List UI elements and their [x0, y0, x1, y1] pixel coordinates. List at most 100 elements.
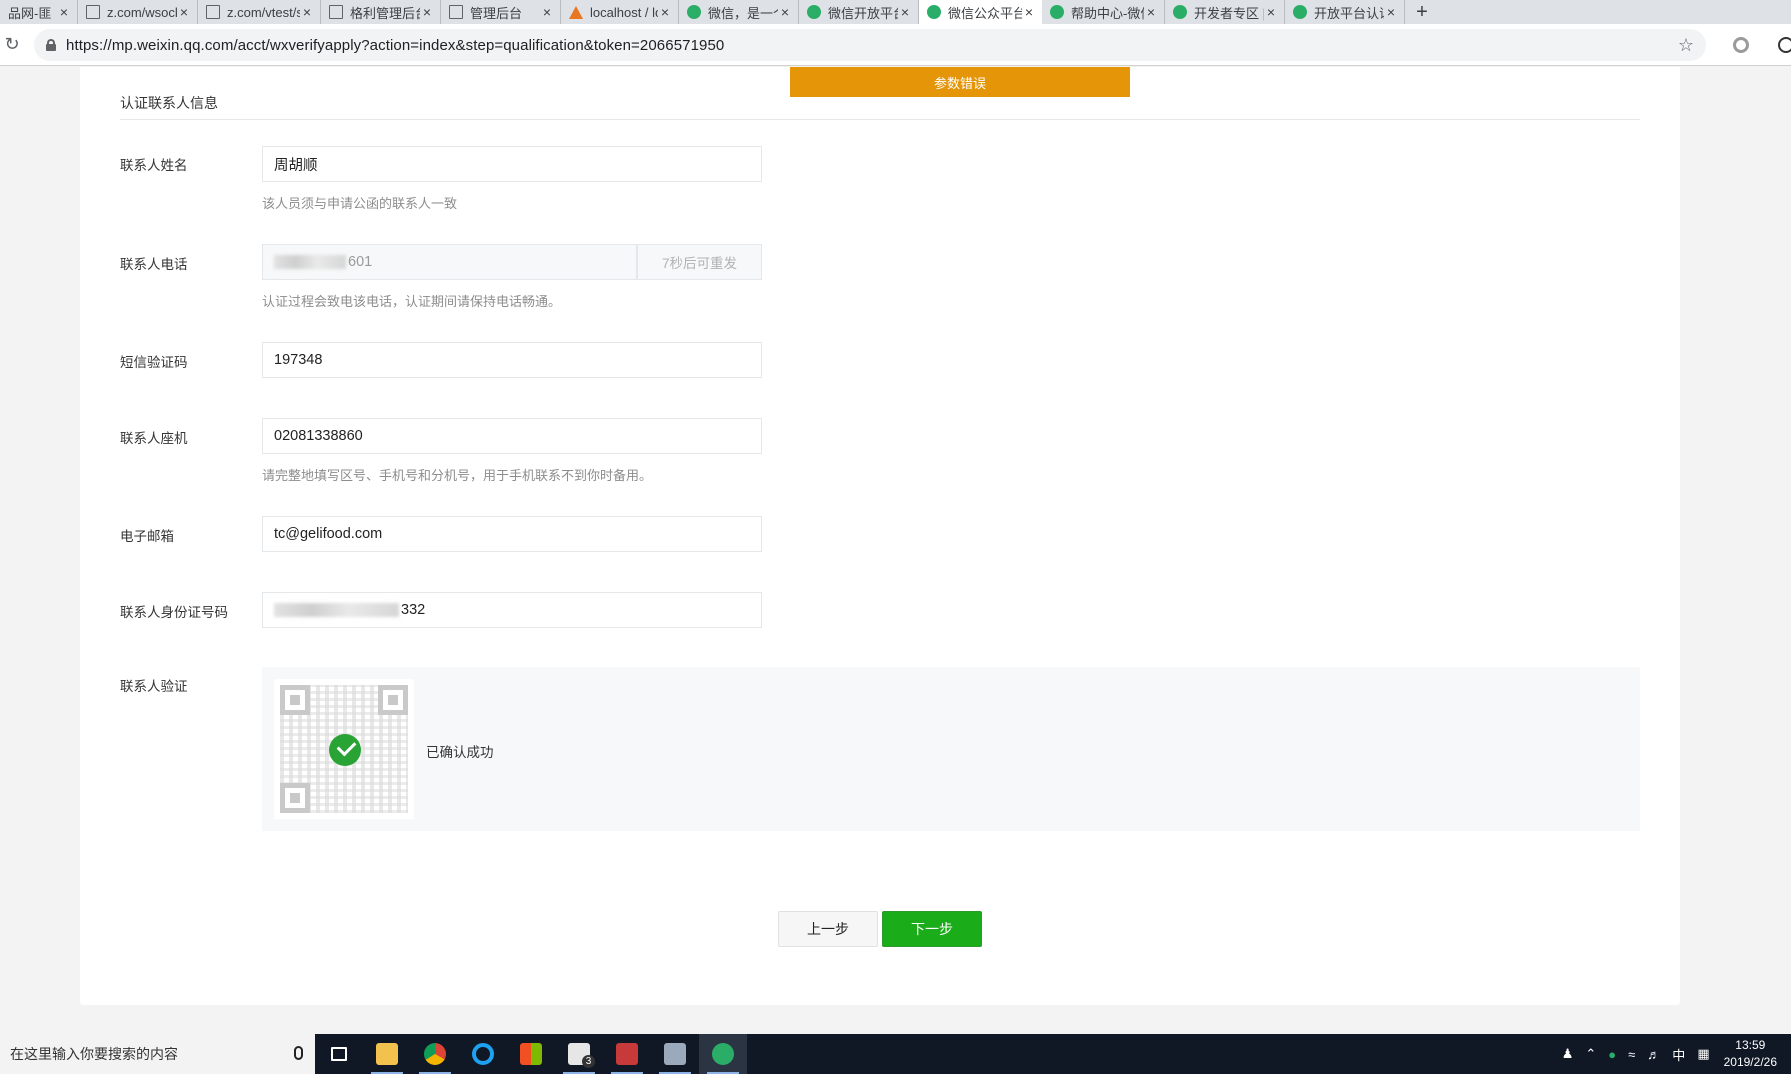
- phpmyadmin-icon: [569, 5, 583, 19]
- wechat-icon: [1173, 5, 1187, 19]
- resend-code-button[interactable]: 7秒后可重发: [637, 244, 762, 280]
- close-icon[interactable]: ×: [1144, 4, 1158, 20]
- wechat-icon: [1293, 5, 1307, 19]
- lock-icon[interactable]: [46, 39, 56, 51]
- phone-suffix: 601: [348, 254, 373, 270]
- close-icon[interactable]: ×: [57, 4, 71, 20]
- contact-phone-hint: 认证过程会致电该电话，认证期间请保持电话畅通。: [262, 294, 562, 309]
- tab-title: 微信开放平台: [828, 5, 898, 21]
- id-number-input[interactable]: 332: [262, 592, 762, 628]
- close-icon[interactable]: ×: [658, 4, 672, 20]
- url-text[interactable]: https://mp.weixin.qq.com/acct/wxverifyap…: [66, 37, 724, 54]
- tab-title: localhost / lo: [590, 4, 658, 20]
- section-divider: [120, 119, 1640, 120]
- extension-icon[interactable]: [1733, 37, 1749, 53]
- browser-tab[interactable]: 格利管理后台×: [321, 0, 441, 24]
- contact-phone-label: 联系人电话: [120, 257, 188, 272]
- tab-title: 微信，是一个: [708, 5, 778, 21]
- chrome-icon[interactable]: [411, 1034, 459, 1074]
- browser-tab[interactable]: localhost / lo ×: [561, 0, 679, 24]
- tab-title: 帮助中心-微信: [1071, 5, 1144, 21]
- tab-title: 管理后台: [470, 5, 523, 21]
- remote-desktop-icon[interactable]: [651, 1034, 699, 1074]
- file-explorer-icon[interactable]: [363, 1034, 411, 1074]
- wechat-icon[interactable]: [699, 1034, 747, 1074]
- close-icon[interactable]: ×: [778, 4, 792, 20]
- landline-label: 联系人座机: [120, 431, 188, 446]
- address-bar[interactable]: https://mp.weixin.qq.com/acct/wxverifyap…: [34, 29, 1706, 61]
- browser-tab[interactable]: z.com/wsock ×: [78, 0, 198, 24]
- reload-icon[interactable]: ↻: [0, 34, 24, 55]
- browser-tab[interactable]: z.com/vtest/s ×: [198, 0, 321, 24]
- close-icon[interactable]: ×: [420, 4, 434, 20]
- wechat-icon: [1050, 5, 1064, 19]
- close-icon[interactable]: ×: [898, 4, 912, 20]
- close-icon[interactable]: ×: [300, 4, 314, 20]
- wechat-tray-icon[interactable]: ●: [1608, 1047, 1616, 1062]
- browser-tab[interactable]: 品网-匪 ×: [0, 0, 78, 24]
- mail-icon[interactable]: 3: [555, 1034, 603, 1074]
- sms-code-label: 短信验证码: [120, 355, 188, 370]
- document-icon: [449, 5, 463, 19]
- email-input[interactable]: tc@gelifood.com: [262, 516, 762, 552]
- close-icon[interactable]: ×: [177, 4, 191, 20]
- id-suffix: 332: [401, 602, 426, 618]
- input-mode-icon[interactable]: ▦: [1697, 1046, 1709, 1062]
- next-step-button[interactable]: 下一步: [882, 911, 982, 947]
- verify-status: 已确认成功: [426, 745, 494, 760]
- system-tray: ♟ ⌃ ● ≈ ♬ 中 ▦ 13:59 2019/2/26: [1556, 1034, 1791, 1074]
- sms-code-input[interactable]: 197348: [262, 342, 762, 378]
- browser-tab[interactable]: 微信开放平台×: [799, 0, 919, 24]
- landline-input[interactable]: 02081338860: [262, 418, 762, 454]
- page-viewport: 参数错误 认证联系人信息 联系人姓名 周胡顺 该人员须与申请公函的联系人一致 联…: [0, 67, 1791, 1033]
- wechat-icon: [807, 5, 821, 19]
- close-icon[interactable]: ×: [1384, 4, 1398, 20]
- internet-explorer-icon[interactable]: [459, 1034, 507, 1074]
- microphone-icon[interactable]: [294, 1046, 303, 1060]
- browser-tab[interactable]: 帮助中心-微信×: [1042, 0, 1165, 24]
- people-icon[interactable]: ♟: [1562, 1046, 1574, 1062]
- task-view-icon[interactable]: [315, 1034, 363, 1074]
- form-card: 参数错误 认证联系人信息 联系人姓名 周胡顺 该人员须与申请公函的联系人一致 联…: [80, 67, 1680, 1005]
- qr-finder: [378, 685, 408, 715]
- qr-finder: [280, 783, 310, 813]
- browser-tab-strip: 品网-匪×z.com/wsock×z.com/vtest/s×格利管理后台×管理…: [0, 0, 1791, 24]
- error-toast: 参数错误: [790, 67, 1130, 97]
- browser-tab[interactable]: 开放平台认证×: [1285, 0, 1405, 24]
- browser-tab[interactable]: 微信公众平台 ×: [919, 0, 1042, 24]
- id-number-label: 联系人身份证号码: [120, 605, 228, 620]
- document-icon: [86, 5, 100, 19]
- bookmark-star-icon[interactable]: ☆: [1678, 35, 1694, 56]
- contact-phone-input[interactable]: 601: [262, 244, 637, 280]
- close-icon[interactable]: ×: [1264, 4, 1278, 20]
- tab-title: 微信公众平台: [948, 5, 1022, 21]
- browser-tab[interactable]: 管理后台 ×: [441, 0, 561, 24]
- store-icon[interactable]: [507, 1034, 555, 1074]
- browser-tab[interactable]: 开发者专区 | ×: [1165, 0, 1285, 24]
- contact-name-input[interactable]: 周胡顺: [262, 146, 762, 182]
- check-icon: [329, 734, 361, 766]
- close-icon[interactable]: ×: [1022, 4, 1036, 20]
- tab-title: z.com/wsock: [107, 4, 177, 20]
- qr-code: [274, 679, 414, 819]
- app-icon[interactable]: [603, 1034, 651, 1074]
- prev-step-button[interactable]: 上一步: [778, 911, 878, 947]
- wechat-icon: [687, 5, 701, 19]
- volume-icon[interactable]: ♬: [1647, 1047, 1660, 1062]
- clock[interactable]: 13:59 2019/2/26: [1724, 1037, 1777, 1071]
- document-icon: [329, 5, 343, 19]
- network-icon[interactable]: ≈: [1628, 1047, 1635, 1062]
- ime-indicator[interactable]: 中: [1672, 1045, 1685, 1064]
- tab-title: 开放平台认证: [1314, 5, 1384, 21]
- browser-tab[interactable]: 微信，是一个×: [679, 0, 799, 24]
- section-title: 认证联系人信息: [120, 95, 218, 111]
- document-icon: [206, 5, 220, 19]
- chevron-up-icon[interactable]: ⌃: [1585, 1046, 1596, 1062]
- landline-hint: 请完整地填写区号、手机号和分机号，用于手机联系不到你时备用。: [262, 468, 653, 483]
- taskbar-search[interactable]: 在这里输入你要搜索的内容: [0, 1034, 315, 1074]
- contact-name-label: 联系人姓名: [120, 158, 188, 173]
- profile-icon[interactable]: [1778, 37, 1791, 53]
- close-icon[interactable]: ×: [540, 4, 554, 20]
- new-tab-button[interactable]: +: [1405, 0, 1439, 24]
- verify-panel: 已确认成功: [262, 667, 1640, 831]
